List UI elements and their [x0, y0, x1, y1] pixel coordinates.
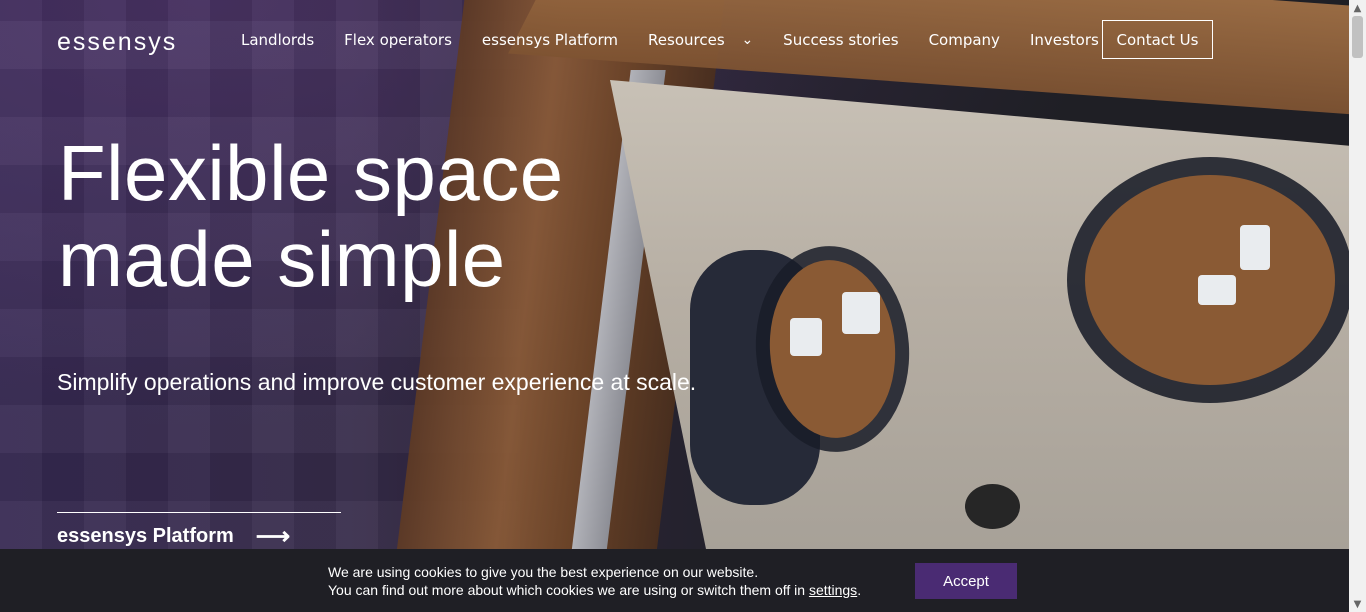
hero-background-laptop [790, 318, 822, 356]
hero-background-laptop [1198, 275, 1236, 305]
hero-subheadline: Simplify operations and improve customer… [57, 369, 697, 395]
chevron-down-icon[interactable]: ⌄ [741, 32, 753, 48]
nav-item-landlords[interactable]: Landlords [241, 31, 314, 49]
hero-headline-line-1: Flexible space [58, 129, 564, 217]
hero-background-lamp [965, 484, 1020, 529]
hero-background-laptop [1240, 225, 1270, 270]
nav-item-essensys-platform[interactable]: essensys Platform [482, 31, 618, 49]
hero-headline: Flexible space made simple [58, 130, 564, 302]
hero-headline-line-2: made simple [58, 215, 506, 303]
cookie-banner: We are using cookies to give you the bes… [0, 549, 1349, 612]
cookie-message-line-1: We are using cookies to give you the bes… [328, 564, 759, 580]
scrollbar-thumb[interactable] [1352, 16, 1363, 58]
hero-section: essensys Landlords Flex operators essens… [0, 0, 1349, 549]
brand-logo[interactable]: essensys [57, 28, 177, 57]
nav-item-flex-operators[interactable]: Flex operators [344, 31, 452, 49]
hero-background-laptop [842, 292, 880, 334]
nav-item-company[interactable]: Company [929, 31, 1000, 49]
accept-cookies-button[interactable]: Accept [915, 563, 1017, 599]
main-nav: Landlords Flex operators essensys Platfo… [241, 31, 1099, 49]
contact-us-button[interactable]: Contact Us [1102, 20, 1213, 59]
nav-item-resources-label: Resources [648, 31, 725, 49]
hero-divider [57, 512, 341, 513]
cookie-message-line-2: You can find out more about which cookie… [328, 581, 908, 599]
essensys-platform-link[interactable]: essensys Platform ⟶ [57, 522, 291, 549]
cookie-message-period: . [857, 582, 862, 598]
cookie-message: We are using cookies to give you the bes… [328, 563, 908, 599]
vertical-scrollbar[interactable]: ▲ ▼ [1349, 0, 1366, 612]
nav-item-investors[interactable]: Investors [1030, 31, 1099, 49]
scroll-down-icon[interactable]: ▼ [1349, 596, 1366, 612]
nav-item-resources[interactable]: Resources ⌄ [648, 31, 753, 49]
arrow-right-icon: ⟶ [255, 522, 291, 549]
nav-item-success-stories[interactable]: Success stories [783, 31, 898, 49]
cookie-message-line-2-text: You can find out more about which cookie… [328, 582, 806, 598]
essensys-platform-link-label: essensys Platform [57, 525, 234, 547]
cookie-settings-link[interactable]: settings [809, 582, 857, 598]
scroll-up-icon[interactable]: ▲ [1349, 0, 1366, 16]
